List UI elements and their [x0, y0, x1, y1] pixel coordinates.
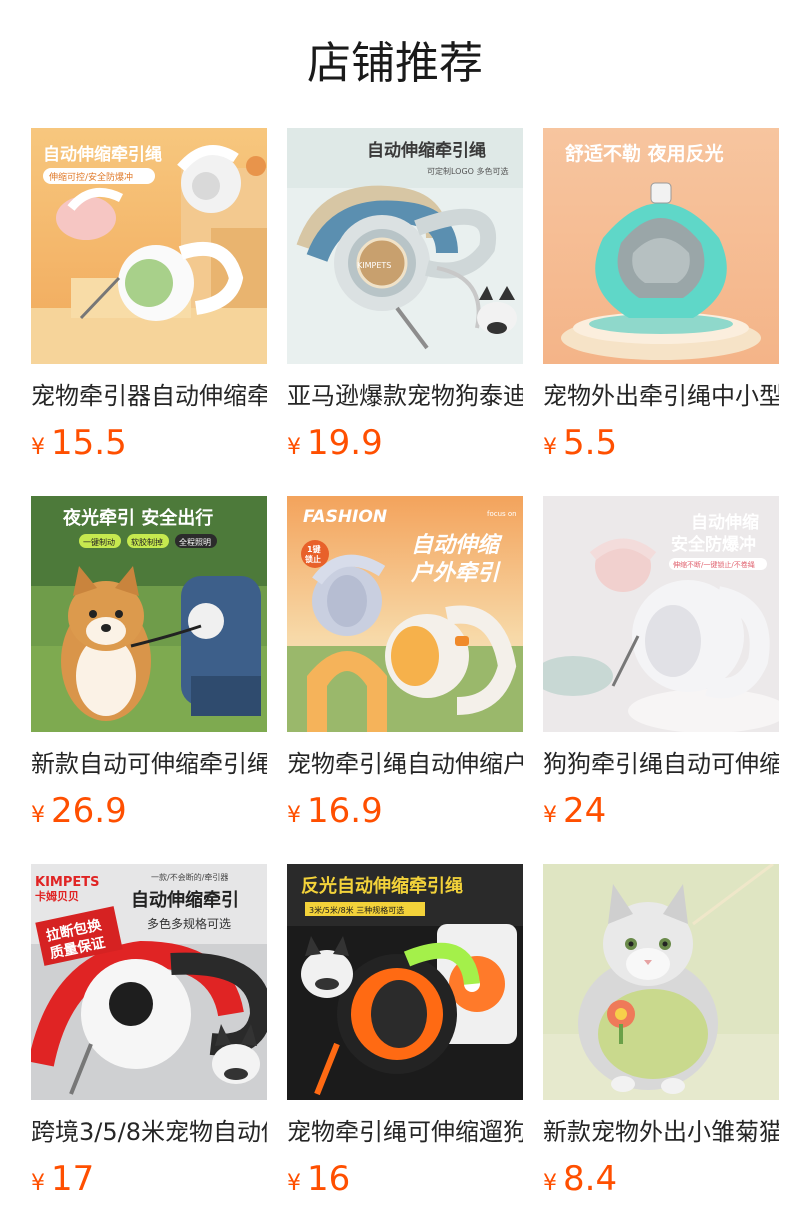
- harness-teal-scene: 舒适不勒 夜用反光: [543, 128, 779, 364]
- price-value: 24: [563, 791, 607, 831]
- price-value: 8.4: [563, 1159, 618, 1199]
- leash-pink-scene: 自动伸缩 安全防爆冲 伸缩不断/一键锁止/不卷绳: [543, 496, 779, 732]
- image-fashion: FASHION: [303, 507, 387, 527]
- image-sub-top: 一款/不会断的/牵引器: [151, 872, 228, 882]
- price-value: 19.9: [307, 423, 383, 463]
- currency-symbol: ¥: [31, 435, 45, 460]
- product-card[interactable]: KIMPETS 卡姆贝贝 一款/不会断的/牵引器 自动伸缩牵引 多色多规格可选 …: [31, 864, 267, 1200]
- product-card[interactable]: 自动伸缩牵引绳 伸缩可控/安全防爆冲 宠物牵引器自动伸缩牵引绳 ¥15.5: [31, 128, 267, 464]
- leash-redwhite-scene: KIMPETS 卡姆贝贝 一款/不会断的/牵引器 自动伸缩牵引 多色多规格可选 …: [31, 864, 267, 1100]
- page-title: 店铺推荐: [307, 38, 483, 89]
- image-badge-1: 1键: [307, 544, 321, 554]
- product-name[interactable]: 狗狗牵引绳自动可伸缩: [543, 748, 779, 780]
- currency-symbol: ¥: [31, 803, 45, 828]
- product-card[interactable]: 反光自动伸缩牵引绳 3米/5米/8米 三种规格可选 宠物牵引绳可伸缩遛狗绳 ¥1…: [287, 864, 523, 1200]
- shop-recommendations-page: 店铺推荐 自动伸缩牵引绳 伸缩可控/安全防爆冲 宠物牵引器自动伸缩牵 ¥ 15.…: [0, 0, 790, 1232]
- product-price: ¥8.4: [543, 1158, 779, 1200]
- product-price: ¥15.5: [31, 422, 267, 464]
- image-line-2: 安全防爆冲: [671, 534, 756, 555]
- product-image[interactable]: 舒适不勒 夜用反光: [543, 128, 779, 364]
- product-name[interactable]: 跨境3/5/8米宠物自动伸缩: [31, 1116, 267, 1148]
- product-card[interactable]: 舒适不勒 夜用反光 宠物外出牵引绳中小型犬 ¥5.5: [543, 128, 779, 464]
- product-image[interactable]: [543, 864, 779, 1100]
- product-image[interactable]: 自动伸缩牵引绳 可定制LOGO 多色可选 KIMPETS: [287, 128, 523, 364]
- product-card[interactable]: 自动伸缩 安全防爆冲 伸缩不断/一键锁止/不卷绳 狗狗牵引绳自动可伸缩 ¥24: [543, 496, 779, 832]
- product-image[interactable]: 自动伸缩 安全防爆冲 伸缩不断/一键锁止/不卷绳: [543, 496, 779, 732]
- product-price: ¥16: [287, 1158, 523, 1200]
- currency-symbol: ¥: [287, 435, 301, 460]
- product-card[interactable]: 新款宠物外出小雏菊猫背心 ¥8.4: [543, 864, 779, 1200]
- price-value: 16.9: [307, 791, 383, 831]
- image-badge-2: 锁止: [305, 554, 321, 564]
- product-name[interactable]: 宠物牵引器自动伸缩牵引绳: [31, 380, 267, 412]
- price-value: 16: [307, 1159, 351, 1199]
- image-brand: KIMPETS: [357, 261, 391, 270]
- image-brand: KIMPETS: [35, 875, 100, 890]
- currency-symbol: ¥: [287, 1171, 301, 1196]
- currency-symbol: ¥: [543, 435, 557, 460]
- product-name[interactable]: 亚马逊爆款宠物狗泰迪牵引绳: [287, 380, 523, 412]
- product-price: ¥5.5: [543, 422, 779, 464]
- currency-symbol: ¥: [543, 1171, 557, 1196]
- product-image[interactable]: 1键 锁止 FASHION focus on 自动伸缩 户外牵引: [287, 496, 523, 732]
- image-headline: 反光自动伸缩牵引绳: [301, 875, 463, 897]
- product-name[interactable]: 宠物外出牵引绳中小型犬: [543, 380, 779, 412]
- image-headline: 自动伸缩牵引绳: [43, 144, 162, 165]
- image-line-1: 自动伸缩: [691, 512, 759, 533]
- image-headline: 夜光牵引 安全出行: [62, 507, 213, 529]
- leash-fashion-scene: 1键 锁止 FASHION focus on 自动伸缩 户外牵引: [287, 496, 523, 732]
- product-image[interactable]: 反光自动伸缩牵引绳 3米/5米/8米 三种规格可选: [287, 864, 523, 1100]
- product-name[interactable]: 新款宠物外出小雏菊猫背心: [543, 1116, 779, 1148]
- image-headline: 自动伸缩牵引: [131, 889, 239, 911]
- product-card[interactable]: 自动伸缩牵引绳 可定制LOGO 多色可选 KIMPETS 亚马逊爆款宠物狗泰迪牵…: [287, 128, 523, 464]
- image-tag: 伸缩可控/安全防爆冲: [49, 171, 133, 183]
- image-tag: 伸缩不断/一键锁止/不卷绳: [673, 560, 755, 569]
- product-image[interactable]: 夜光牵引 安全出行 一键制动 软胶制掉 全程照明: [31, 496, 267, 732]
- product-price: ¥17: [31, 1158, 267, 1200]
- image-line-1: 自动伸缩: [411, 532, 503, 558]
- leash-grey-scene: 自动伸缩牵引绳 可定制LOGO 多色可选 KIMPETS: [287, 128, 523, 364]
- cat-vest-scene: [543, 864, 779, 1100]
- price-value: 15.5: [51, 423, 127, 463]
- currency-symbol: ¥: [287, 803, 301, 828]
- product-price: ¥19.9: [287, 422, 523, 464]
- image-tag-1: 一键制动: [83, 537, 115, 547]
- price-value: 26.9: [51, 791, 127, 831]
- product-image[interactable]: 自动伸缩牵引绳 伸缩可控/安全防爆冲: [31, 128, 267, 364]
- image-headline: 舒适不勒 夜用反光: [565, 142, 724, 165]
- price-value: 17: [51, 1159, 95, 1199]
- image-brand-cn: 卡姆贝贝: [35, 889, 79, 903]
- image-tag-3: 全程照明: [179, 537, 211, 547]
- currency-symbol: ¥: [31, 1171, 45, 1196]
- product-card[interactable]: 夜光牵引 安全出行 一键制动 软胶制掉 全程照明 新款自动可伸缩牵引绳 ¥26.…: [31, 496, 267, 832]
- product-image[interactable]: KIMPETS 卡姆贝贝 一款/不会断的/牵引器 自动伸缩牵引 多色多规格可选 …: [31, 864, 267, 1100]
- product-name[interactable]: 宠物牵引绳自动伸缩户外: [287, 748, 523, 780]
- leash-neon-scene: 反光自动伸缩牵引绳 3米/5米/8米 三种规格可选: [287, 864, 523, 1100]
- image-sub: 多色多规格可选: [147, 916, 231, 931]
- product-price: ¥16.9: [287, 790, 523, 832]
- shiba-grass-scene: 夜光牵引 安全出行 一键制动 软胶制掉 全程照明: [31, 496, 267, 732]
- image-line-2: 户外牵引: [410, 560, 501, 586]
- product-price: ¥26.9: [31, 790, 267, 832]
- image-sub: 可定制LOGO 多色可选: [427, 166, 509, 176]
- currency-symbol: ¥: [543, 803, 557, 828]
- image-headline: 自动伸缩牵引绳: [367, 140, 486, 161]
- image-focus: focus on: [487, 510, 517, 518]
- image-sub: 3米/5米/8米 三种规格可选: [309, 905, 404, 915]
- price-value: 5.5: [563, 423, 618, 463]
- image-tag-2: 软胶制掉: [131, 537, 163, 547]
- product-name[interactable]: 新款自动可伸缩牵引绳: [31, 748, 267, 780]
- product-card[interactable]: 1键 锁止 FASHION focus on 自动伸缩 户外牵引 宠物牵引绳自动…: [287, 496, 523, 832]
- leash-orange-scene: 自动伸缩牵引绳 伸缩可控/安全防爆冲: [31, 128, 267, 364]
- product-price: ¥24: [543, 790, 779, 832]
- product-name[interactable]: 宠物牵引绳可伸缩遛狗绳: [287, 1116, 523, 1148]
